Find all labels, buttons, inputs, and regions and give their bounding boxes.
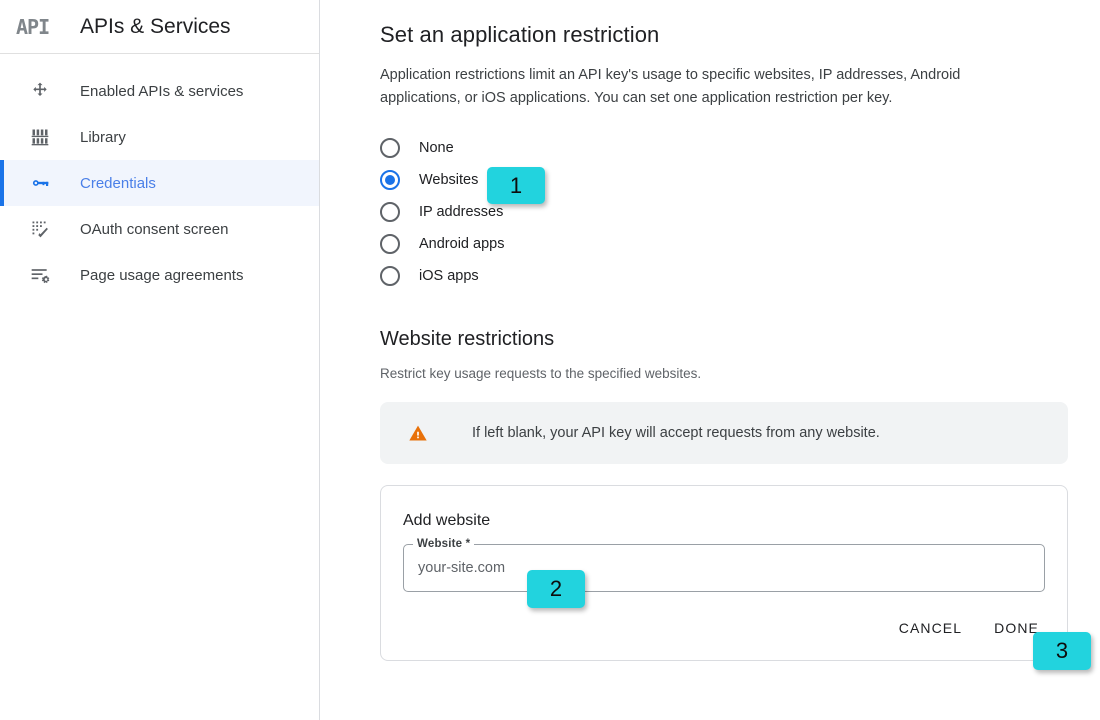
radio-option-ip-addresses[interactable]: IP addresses <box>380 196 1068 228</box>
radio-icon-selected[interactable] <box>380 170 400 190</box>
add-website-card-actions: CANCEL DONE <box>403 614 1045 642</box>
sidebar-item-label: Page usage agreements <box>80 266 244 284</box>
key-icon <box>24 173 56 193</box>
library-icon <box>24 127 56 147</box>
radio-option-ios-apps[interactable]: iOS apps <box>380 260 1068 292</box>
website-restrictions-heading: Website restrictions <box>380 328 555 350</box>
radio-icon[interactable] <box>380 138 400 158</box>
step-badge-3: 3 <box>1033 632 1091 670</box>
radio-option-websites[interactable]: Websites <box>380 164 1068 196</box>
website-field[interactable]: Website * <box>403 536 1045 592</box>
sidebar-item-credentials[interactable]: Credentials <box>0 160 319 206</box>
radio-icon[interactable] <box>380 202 400 222</box>
cancel-button[interactable]: CANCEL <box>897 614 964 642</box>
section-description: Application restrictions limit an API ke… <box>380 67 961 106</box>
radio-icon[interactable] <box>380 234 400 254</box>
oauth-consent-icon <box>24 219 56 239</box>
sidebar-nav: Enabled APIs & services Library Credenti… <box>0 54 319 298</box>
sidebar-item-enabled-apis[interactable]: Enabled APIs & services <box>0 68 319 114</box>
radio-label: IP addresses <box>419 204 504 220</box>
sidebar-item-label: Enabled APIs & services <box>80 82 244 100</box>
dashboard-icon <box>24 81 56 101</box>
radio-option-android-apps[interactable]: Android apps <box>380 228 1068 260</box>
sidebar-item-label: Library <box>80 128 126 146</box>
add-website-card: Add website Website * CANCEL DONE <box>380 485 1068 661</box>
website-restrictions-subtext: Restrict key usage requests to the speci… <box>380 366 702 381</box>
warning-triangle-icon <box>408 423 432 443</box>
sidebar-item-label: OAuth consent screen <box>80 220 229 238</box>
blank-key-warning-banner: If left blank, your API key will accept … <box>380 402 1068 464</box>
main-content: Set an application restriction Applicati… <box>320 0 1100 720</box>
radio-label: Android apps <box>419 236 505 252</box>
step-badge-2: 2 <box>527 570 585 608</box>
sidebar-item-label: Credentials <box>80 174 156 192</box>
warning-text: If left blank, your API key will accept … <box>472 425 880 441</box>
sidebar-item-page-usage-agreements[interactable]: Page usage agreements <box>0 252 319 298</box>
step-badge-1: 1 <box>487 167 545 204</box>
api-logo-icon: API <box>16 14 50 39</box>
sidebar: API APIs & Services Enabled APIs & servi… <box>0 0 320 720</box>
application-restriction-radio-group: None Websites IP addresses Android apps … <box>380 132 1068 292</box>
page-usage-icon <box>24 265 56 285</box>
sidebar-header: API APIs & Services <box>0 0 319 54</box>
app-root: API APIs & Services Enabled APIs & servi… <box>0 0 1100 720</box>
radio-icon[interactable] <box>380 266 400 286</box>
radio-label: Websites <box>419 172 479 188</box>
website-input[interactable] <box>403 544 1045 592</box>
radio-label: iOS apps <box>419 268 479 284</box>
radio-option-none[interactable]: None <box>380 132 1068 164</box>
website-field-label: Website * <box>417 538 471 550</box>
sidebar-item-oauth-consent-screen[interactable]: OAuth consent screen <box>0 206 319 252</box>
website-field-label-notch: Website * <box>413 536 475 552</box>
section-heading: Set an application restriction <box>380 22 660 47</box>
radio-label: None <box>419 140 454 156</box>
sidebar-item-library[interactable]: Library <box>0 114 319 160</box>
page-title: APIs & Services <box>80 14 231 38</box>
add-website-title: Add website <box>403 512 491 529</box>
